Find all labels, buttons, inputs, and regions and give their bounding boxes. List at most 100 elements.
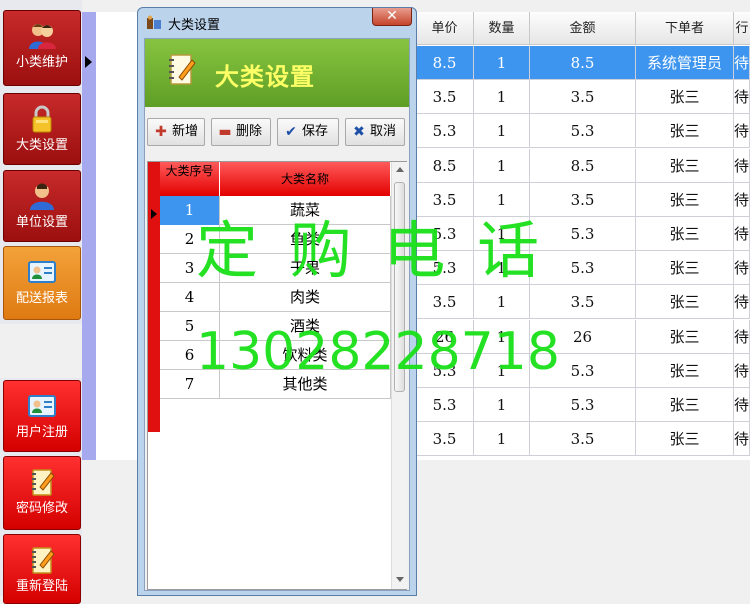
- table-row[interactable]: 3.5 1 3.5 张三待: [416, 285, 750, 320]
- close-button[interactable]: ✕: [372, 8, 412, 26]
- notebook-icon: [169, 54, 196, 85]
- table-cell: 3.5: [530, 422, 636, 457]
- table-cell: 8.5: [416, 148, 474, 183]
- column-header-name[interactable]: 大类名称: [220, 162, 391, 196]
- table-cell: 张三: [636, 182, 734, 217]
- table-cell: 待: [734, 148, 750, 183]
- table-cell: 待: [734, 80, 750, 115]
- table-cell: 1: [474, 148, 530, 183]
- column-header-price[interactable]: 单价: [416, 12, 474, 45]
- sidebar-item-subcategory[interactable]: 小类维护: [3, 10, 81, 86]
- banner-title: 大类设置: [215, 63, 315, 91]
- check-icon: ✔: [285, 124, 297, 140]
- table-cell: 张三: [636, 251, 734, 286]
- table-cell: 张三: [636, 80, 734, 115]
- user-icon: [30, 183, 54, 210]
- grid-row-header: [82, 12, 96, 460]
- table-row[interactable]: 8.5 1 8.5 系统管理员待: [416, 46, 750, 80]
- close-icon: ✕: [386, 8, 398, 24]
- table-cell: 1: [474, 388, 530, 422]
- table-cell: 5.3: [530, 114, 636, 149]
- table-cell: 待: [734, 251, 750, 286]
- table-cell: 3.5: [530, 285, 636, 320]
- table-cell: 1: [474, 80, 530, 115]
- row-pointer-icon: [151, 209, 157, 219]
- dialog-title: 大类设置: [168, 18, 221, 33]
- table-cell: 张三: [636, 353, 734, 388]
- table-row[interactable]: 5.3 1 5.3 张三待: [416, 388, 750, 422]
- column-header-quantity[interactable]: 数量: [474, 12, 530, 45]
- notebook-icon: [32, 469, 55, 496]
- cancel-button[interactable]: ✖ 取消: [345, 118, 405, 146]
- table-cell: 5.3: [530, 217, 636, 251]
- table-cell: 待: [734, 422, 750, 457]
- sidebar-item-label: 密码修改: [15, 501, 68, 516]
- x-icon: ✖: [353, 124, 365, 140]
- table-cell: 3.5: [416, 422, 474, 457]
- table-row[interactable]: 3.5 1 3.5 张三待: [416, 80, 750, 115]
- table-cell: 3.5: [530, 80, 636, 115]
- watermark-phone-label: 定 购 电 话: [196, 214, 546, 287]
- add-button[interactable]: ✚ 新增: [147, 118, 205, 146]
- sidebar-item-category[interactable]: 大类设置: [3, 93, 81, 165]
- sidebar-item-label: 单位设置: [15, 215, 68, 230]
- id-card-icon: [28, 261, 56, 283]
- table-cell: 张三: [636, 285, 734, 320]
- scroll-down-icon[interactable]: [396, 577, 404, 582]
- column-header-seq[interactable]: 大类序号: [160, 162, 220, 196]
- sidebar-item-label: 用户注册: [15, 425, 68, 440]
- table-cell: 待: [734, 217, 750, 251]
- plus-icon: ✚: [155, 124, 167, 140]
- table-row[interactable]: 8.5 1 8.5 张三待: [416, 148, 750, 183]
- table-cell: 5.3: [530, 388, 636, 422]
- notebook-icon: [32, 547, 55, 574]
- sidebar: 小类维护 大类设置 单位设置 配送报表 用户注册 密码修改 重新登陆: [0, 0, 82, 604]
- sidebar-spacer: [0, 324, 82, 378]
- delete-button[interactable]: ▬ 删除: [211, 118, 271, 146]
- column-header-orderer[interactable]: 下单者: [636, 12, 734, 45]
- scroll-up-icon[interactable]: [396, 167, 404, 172]
- sidebar-item-user-register[interactable]: 用户注册: [3, 380, 81, 452]
- table-cell: 待: [734, 285, 750, 320]
- table-cell: 3.5: [416, 285, 474, 320]
- table-cell: 8.5: [530, 46, 636, 80]
- save-button[interactable]: ✔ 保存: [277, 118, 339, 146]
- users-icon: [29, 24, 56, 49]
- table-cell: 系统管理员: [636, 46, 734, 80]
- grid-left-area: [96, 12, 138, 460]
- table-cell: 1: [474, 422, 530, 457]
- table-cell: 5.3: [416, 114, 474, 149]
- app-icon: [147, 15, 161, 29]
- table-cell: 8.5: [416, 46, 474, 80]
- lock-icon: [32, 105, 52, 133]
- sidebar-item-unit[interactable]: 单位设置: [3, 170, 81, 242]
- save-button-label: 保存: [302, 124, 329, 139]
- table-cell: 5.3: [416, 388, 474, 422]
- watermark-phone-number: 13028228718: [196, 322, 560, 382]
- dialog-banner: 大类设置: [145, 39, 409, 107]
- table-cell: 1: [474, 285, 530, 320]
- table-cell: 5.3: [530, 251, 636, 286]
- table-cell: 8.5: [530, 148, 636, 183]
- table-cell: 3.5: [416, 80, 474, 115]
- column-header-status[interactable]: 行: [734, 12, 750, 45]
- table-row[interactable]: 3.5 1 3.5 张三待: [416, 422, 750, 457]
- table-cell: 待: [734, 388, 750, 422]
- minus-icon: ▬: [218, 124, 232, 140]
- sidebar-item-password-change[interactable]: 密码修改: [3, 456, 81, 530]
- table-cell: 待: [734, 46, 750, 80]
- table-cell: 1: [474, 114, 530, 149]
- table-cell: 3.5: [530, 182, 636, 217]
- id-card-icon: [28, 395, 56, 417]
- table-row[interactable]: 5.3 1 5.3 张三待: [416, 114, 750, 149]
- table-cell: 张三: [636, 319, 734, 354]
- sidebar-item-relogin[interactable]: 重新登陆: [3, 534, 81, 604]
- dialog-titlebar[interactable]: 大类设置 ✕: [138, 8, 416, 36]
- row-pointer-icon: [85, 56, 92, 68]
- sidebar-item-delivery-report[interactable]: 配送报表: [3, 246, 81, 320]
- column-header-amount[interactable]: 金额: [530, 12, 636, 45]
- cancel-button-label: 取消: [370, 124, 397, 139]
- table-cell: 张三: [636, 114, 734, 149]
- sidebar-item-label: 重新登陆: [15, 579, 68, 594]
- sidebar-item-label: 大类设置: [15, 138, 68, 153]
